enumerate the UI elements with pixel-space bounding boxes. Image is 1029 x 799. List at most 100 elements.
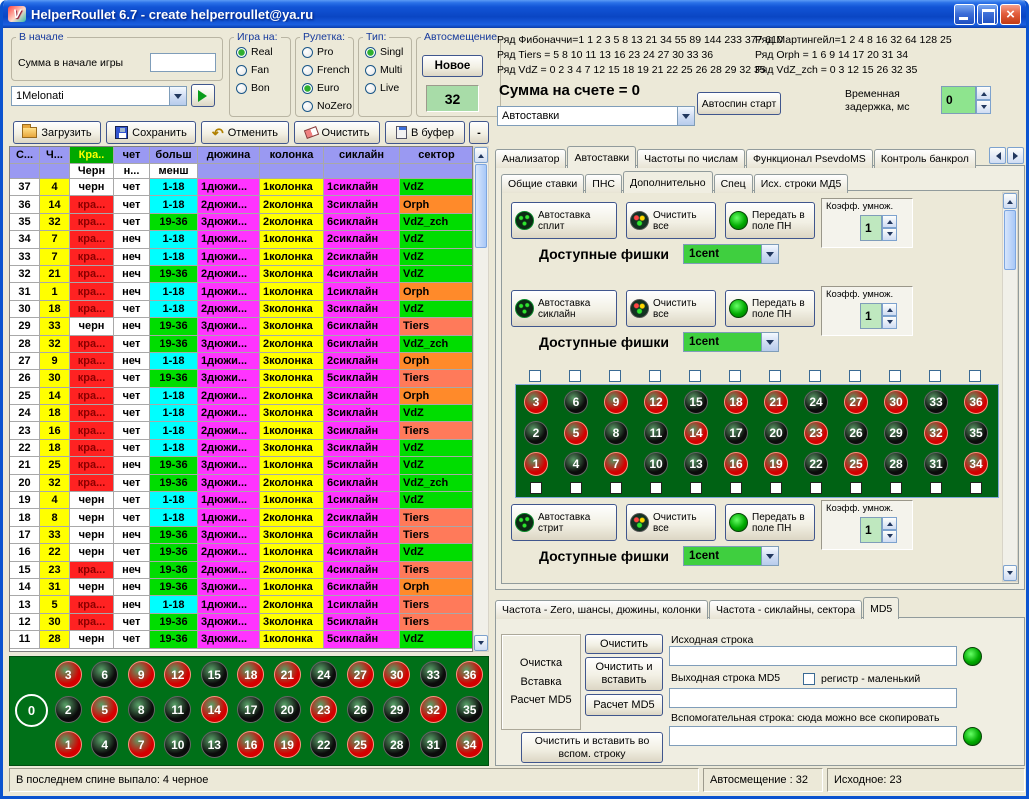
- number-pocket-23[interactable]: 23: [804, 421, 828, 445]
- number-pocket-2[interactable]: 2: [524, 421, 548, 445]
- number-pocket-6[interactable]: 6: [91, 661, 118, 688]
- radio-euro[interactable]: Euro: [302, 79, 353, 97]
- start-sum-input[interactable]: [150, 53, 216, 72]
- history-row[interactable]: 2032кра...чет19-363дюжи...2колонка6сикла…: [10, 475, 472, 492]
- history-row[interactable]: 3221кра...неч19-362дюжи...3колонка4сикла…: [10, 266, 472, 283]
- street-checkbox[interactable]: [689, 370, 701, 382]
- number-pocket-26[interactable]: 26: [844, 421, 868, 445]
- street-checkbox[interactable]: [530, 482, 542, 494]
- street-checkbox[interactable]: [810, 482, 822, 494]
- number-pocket-29[interactable]: 29: [884, 421, 908, 445]
- history-row[interactable]: 188чернчет1-181дюжи...2колонка2сиклайнTi…: [10, 509, 472, 526]
- minimize-button[interactable]: [954, 4, 975, 25]
- history-row[interactable]: 1733черннеч19-363дюжи...3колонка6сиклайн…: [10, 527, 472, 544]
- number-pocket-12[interactable]: 12: [644, 390, 668, 414]
- number-pocket-4[interactable]: 4: [91, 731, 118, 758]
- street-checkbox[interactable]: [929, 370, 941, 382]
- history-row[interactable]: 337кра...неч1-181дюжи...1колонка2сиклайн…: [10, 249, 472, 266]
- number-pocket-34[interactable]: 34: [456, 731, 483, 758]
- street-checkbox[interactable]: [770, 482, 782, 494]
- number-pocket-26[interactable]: 26: [347, 696, 374, 723]
- md5-output-input[interactable]: [669, 688, 957, 708]
- street-checkbox[interactable]: [570, 482, 582, 494]
- number-pocket-8[interactable]: 8: [128, 696, 155, 723]
- number-pocket-18[interactable]: 18: [237, 661, 264, 688]
- spin-up-icon[interactable]: [976, 86, 991, 100]
- street-checkbox[interactable]: [850, 482, 862, 494]
- autospin-start-button[interactable]: Автоспин старт: [697, 92, 781, 115]
- autobets-scrollbar[interactable]: [1002, 192, 1018, 582]
- chip-combobox[interactable]: 1cent: [683, 244, 779, 264]
- radio-singl[interactable]: Singl: [365, 43, 411, 61]
- new-button[interactable]: Новое: [422, 55, 483, 77]
- autobet-button[interactable]: Автоставка стрит: [511, 504, 617, 541]
- number-pocket-22[interactable]: 22: [804, 452, 828, 476]
- spin-up-icon[interactable]: [882, 517, 897, 530]
- number-pocket-4[interactable]: 4: [564, 452, 588, 476]
- to-buffer-button[interactable]: В буфер: [385, 121, 465, 144]
- close-button[interactable]: [1000, 4, 1021, 25]
- number-pocket-28[interactable]: 28: [383, 731, 410, 758]
- number-pocket-2[interactable]: 2: [55, 696, 82, 723]
- tabs-scroll-left-icon[interactable]: [989, 147, 1006, 164]
- scroll-down-icon[interactable]: [1003, 565, 1017, 581]
- transfer-button[interactable]: Передать в поле ПН: [725, 504, 815, 541]
- coef-value[interactable]: 1: [860, 517, 882, 543]
- minus-button[interactable]: -: [469, 121, 489, 144]
- number-pocket-35[interactable]: 35: [456, 696, 483, 723]
- number-pocket-31[interactable]: 31: [420, 731, 447, 758]
- number-pocket-17[interactable]: 17: [724, 421, 748, 445]
- spin-down-icon[interactable]: [976, 100, 991, 114]
- main-tab-4[interactable]: Функционал PsevdoMS: [746, 149, 873, 168]
- sub-tab-3[interactable]: Дополнительно: [623, 171, 713, 193]
- spin-down-icon[interactable]: [882, 316, 897, 329]
- number-pocket-14[interactable]: 14: [201, 696, 228, 723]
- number-pocket-11[interactable]: 11: [644, 421, 668, 445]
- history-row[interactable]: 1523кра...неч19-362дюжи...2колонка4сикла…: [10, 562, 472, 579]
- number-pocket-3[interactable]: 3: [524, 390, 548, 414]
- number-pocket-19[interactable]: 19: [274, 731, 301, 758]
- clear-all-button[interactable]: Очистить все: [626, 290, 716, 327]
- number-pocket-7[interactable]: 7: [128, 731, 155, 758]
- street-checkbox[interactable]: [649, 370, 661, 382]
- preset-combobox[interactable]: 1Melonati: [11, 86, 187, 106]
- load-button[interactable]: Загрузить: [13, 121, 101, 144]
- main-tab-1[interactable]: Анализатор: [495, 149, 566, 168]
- number-pocket-32[interactable]: 32: [420, 696, 447, 723]
- street-checkbox[interactable]: [849, 370, 861, 382]
- combo-dropdown-icon[interactable]: [761, 245, 778, 263]
- spin-down-icon[interactable]: [882, 228, 897, 241]
- number-pocket-30[interactable]: 30: [884, 390, 908, 414]
- transfer-button[interactable]: Передать в поле ПН: [725, 290, 815, 327]
- sub-tab-5[interactable]: Исх. строки МД5: [754, 174, 849, 193]
- history-row[interactable]: 1128чернчет19-363дюжи...1колонка5сиклайн…: [10, 631, 472, 648]
- history-row[interactable]: 1431черннеч19-363дюжи...1колонка6сиклайн…: [10, 579, 472, 596]
- radio-live[interactable]: Live: [365, 79, 411, 97]
- combo-dropdown-icon[interactable]: [761, 333, 778, 351]
- combo-dropdown-icon[interactable]: [169, 87, 186, 105]
- chip-combobox[interactable]: 1cent: [683, 332, 779, 352]
- number-pocket-8[interactable]: 8: [604, 421, 628, 445]
- history-row[interactable]: 2125кра...неч19-363дюжи...1колонка5сикла…: [10, 457, 472, 474]
- street-checkbox[interactable]: [650, 482, 662, 494]
- number-pocket-34[interactable]: 34: [964, 452, 988, 476]
- number-pocket-13[interactable]: 13: [201, 731, 228, 758]
- history-scrollbar[interactable]: [473, 146, 489, 652]
- maximize-button[interactable]: [977, 4, 998, 25]
- autobets-combobox[interactable]: Автоставки: [497, 106, 695, 126]
- main-tab-2[interactable]: Автоставки: [567, 146, 636, 168]
- history-row[interactable]: 3614кра...чет1-182дюжи...2колонка3сиклай…: [10, 196, 472, 213]
- delay-value[interactable]: 0: [941, 86, 976, 114]
- street-checkbox[interactable]: [569, 370, 581, 382]
- number-pocket-25[interactable]: 25: [347, 731, 374, 758]
- clear-all-button[interactable]: Очистить все: [626, 202, 716, 239]
- md5-aux-input[interactable]: [669, 726, 957, 746]
- history-row[interactable]: 2630кра...чет19-363дюжи...3колонка5сикла…: [10, 370, 472, 387]
- scrollbar-thumb[interactable]: [475, 164, 487, 248]
- coef-value[interactable]: 1: [860, 303, 882, 329]
- number-pocket-10[interactable]: 10: [644, 452, 668, 476]
- street-checkbox[interactable]: [970, 482, 982, 494]
- street-checkbox[interactable]: [969, 370, 981, 382]
- number-pocket-30[interactable]: 30: [383, 661, 410, 688]
- radio-fan[interactable]: Fan: [236, 61, 290, 79]
